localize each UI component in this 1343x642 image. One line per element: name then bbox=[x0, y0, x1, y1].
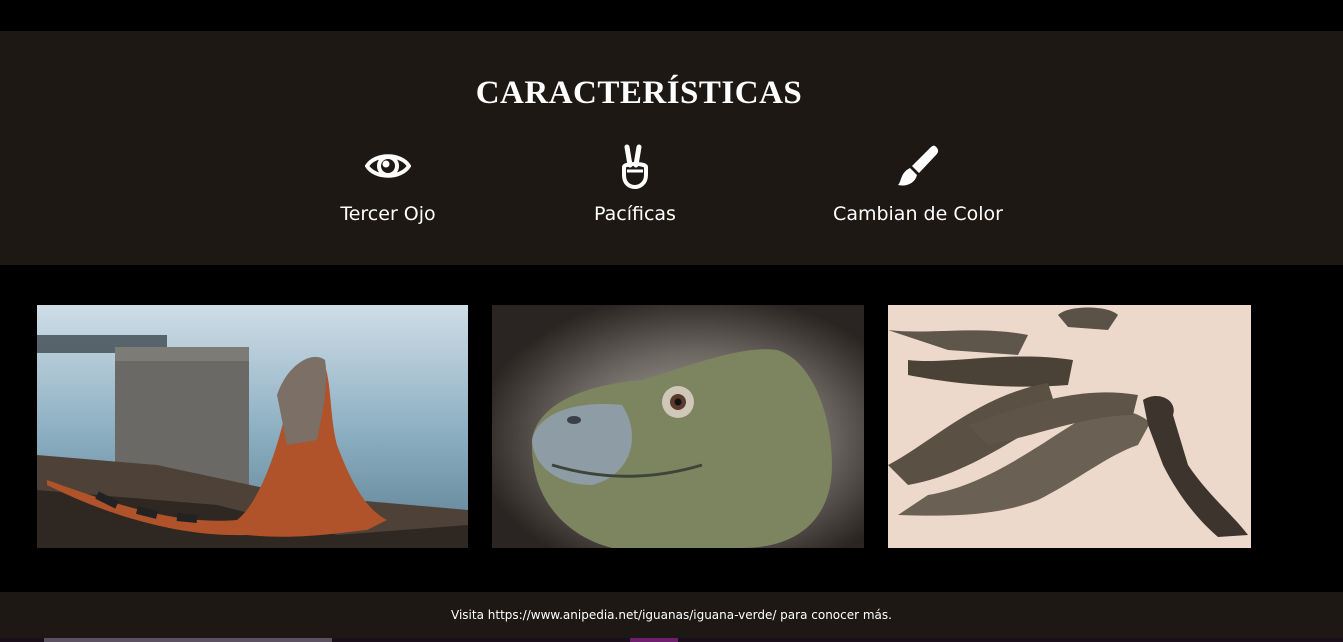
feature-label: Tercer Ojo bbox=[340, 203, 436, 225]
feature-label: Cambian de Color bbox=[833, 203, 1003, 225]
feature-label: Pacíficas bbox=[594, 203, 676, 225]
features-section: CARACTERÍSTICAS Tercer Ojo Pacíficas Cam… bbox=[0, 31, 1343, 265]
strip-segment bbox=[44, 638, 332, 642]
iguana-photo-1 bbox=[37, 305, 468, 548]
footer-text: Visita https://www.anipedia.net/iguanas/… bbox=[451, 608, 892, 622]
features-title: CARACTERÍSTICAS bbox=[475, 75, 803, 111]
iguana-photo-3 bbox=[888, 305, 1251, 548]
feature-third-eye: Tercer Ojo bbox=[268, 143, 508, 225]
feature-change-color: Cambian de Color bbox=[798, 143, 1038, 225]
footer: Visita https://www.anipedia.net/iguanas/… bbox=[0, 592, 1343, 638]
feature-peaceful: Pacíficas bbox=[515, 143, 755, 225]
eye-icon bbox=[268, 143, 508, 189]
peace-hand-icon bbox=[515, 143, 755, 189]
top-bar bbox=[0, 0, 1343, 31]
gallery-section bbox=[0, 265, 1343, 592]
paint-brush-icon bbox=[798, 143, 1038, 189]
iguana-photo-2 bbox=[492, 305, 864, 548]
bottom-strip bbox=[0, 638, 1343, 642]
strip-segment bbox=[630, 638, 678, 642]
